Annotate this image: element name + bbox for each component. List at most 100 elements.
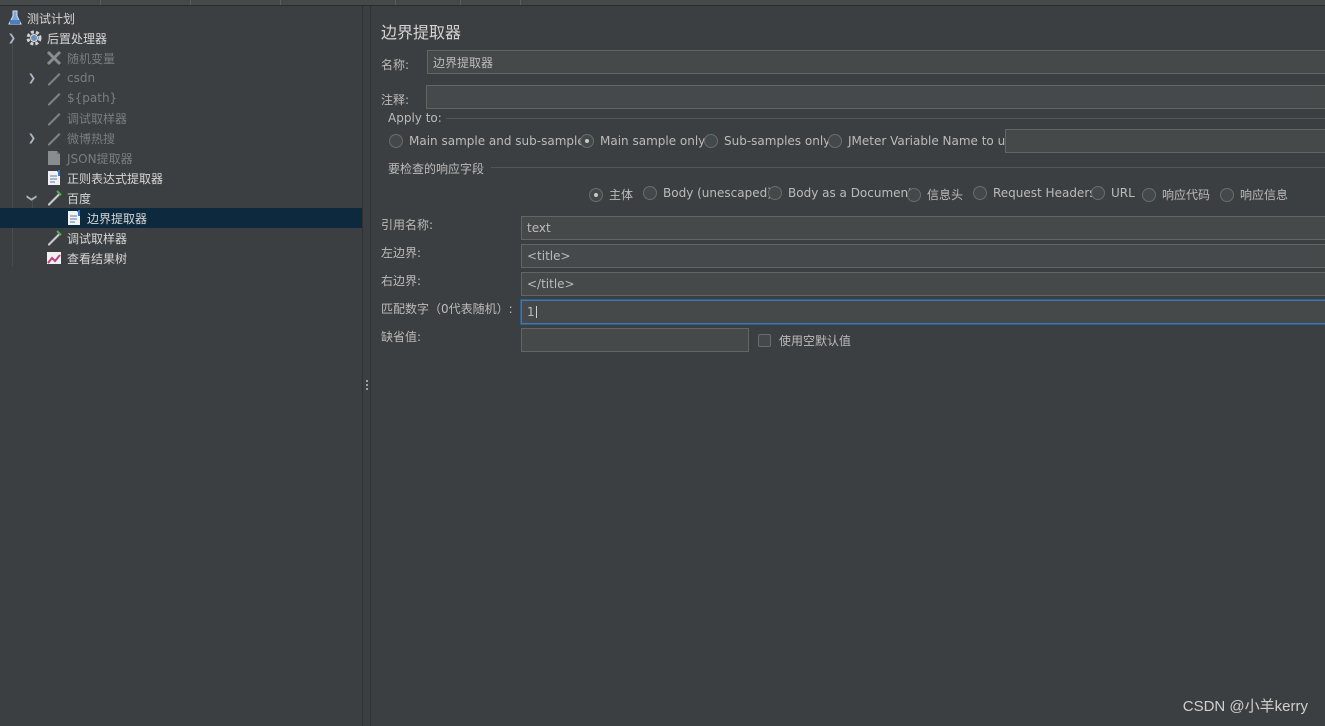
radio-label: Body (unescaped) — [663, 186, 772, 200]
ref-name-field[interactable]: text — [521, 216, 1325, 240]
tree-item-debug-sampler-dim[interactable]: 调试取样器 — [0, 108, 362, 128]
chevron-down-icon[interactable]: ❯ — [6, 28, 18, 48]
tree-item-test-plan[interactable]: 测试计划 — [0, 8, 362, 28]
radio-main-only[interactable]: Main sample only — [580, 134, 705, 148]
left-boundary-label: 左边界: — [381, 246, 422, 260]
right-boundary-label: 右边界: — [381, 274, 422, 288]
pencil-icon — [45, 69, 63, 87]
tree-item-post-processor[interactable]: ❯ 后置处理器 — [0, 28, 362, 48]
response-field-title: 要检查的响应字段 — [388, 160, 489, 177]
radio-label: Main sample and sub-samples — [409, 134, 591, 148]
radio-label: 信息头 — [927, 188, 964, 202]
name-field-value: 边界提取器 — [433, 55, 494, 70]
match-number-field[interactable]: 1 — [521, 300, 1325, 324]
radio-main-and-sub[interactable]: Main sample and sub-samples — [389, 134, 591, 148]
radio-indicator — [828, 134, 842, 148]
tree-item-csdn[interactable]: ❯ csdn — [0, 68, 362, 88]
radio-body[interactable]: 主体 — [589, 186, 633, 203]
ref-name-value: text — [527, 221, 551, 235]
right-boundary-field[interactable]: </title> — [521, 272, 1325, 296]
radio-label: 响应代码 — [1162, 188, 1211, 202]
tree-item-baidu[interactable]: ❯ 百度 — [0, 188, 362, 208]
radio-indicator — [768, 186, 782, 200]
checkbox-indicator[interactable] — [758, 334, 771, 347]
tree-item-label: 调试取样器 — [67, 111, 128, 126]
tools-icon — [45, 49, 63, 67]
tree-item-label: 正则表达式提取器 — [67, 171, 164, 186]
radio-indicator — [973, 186, 987, 200]
chevron-right-icon[interactable]: ❯ — [26, 68, 38, 88]
tree-item-weibo[interactable]: ❯ 微博热搜 — [0, 128, 362, 148]
document-icon — [45, 149, 63, 167]
radio-response-code[interactable]: 响应代码 — [1142, 186, 1210, 203]
name-label: 名称: — [381, 58, 410, 72]
tree-item-label: 百度 — [67, 191, 92, 206]
jmeter-variable-input[interactable] — [1005, 129, 1325, 153]
left-boundary-value: <title> — [527, 249, 571, 263]
match-number-label: 匹配数字（0代表随机）: — [381, 302, 513, 316]
tree-item-label: JSON提取器 — [67, 151, 133, 166]
tree-item-regex-extractor[interactable]: 正则表达式提取器 — [0, 168, 362, 188]
pencil-icon — [45, 129, 63, 147]
radio-indicator — [580, 134, 594, 148]
tree-item-label: 测试计划 — [27, 11, 76, 26]
radio-body-document[interactable]: Body as a Document — [768, 186, 913, 200]
watermark: CSDN @小羊kerry — [1182, 698, 1308, 715]
radio-label: Main sample only — [600, 134, 706, 148]
tree-item-label: csdn — [67, 71, 96, 85]
radio-indicator — [1091, 186, 1105, 200]
radio-indicator — [907, 187, 921, 202]
radio-label: Request Headers — [993, 186, 1096, 200]
chevron-down-icon[interactable]: ❯ — [22, 192, 42, 204]
name-field[interactable]: 边界提取器 — [427, 50, 1325, 74]
tree-item-label: ${path} — [67, 91, 118, 105]
radio-url[interactable]: URL — [1091, 186, 1135, 200]
radio-indicator — [389, 134, 403, 148]
radio-headers[interactable]: 信息头 — [907, 186, 963, 203]
tree-item-label: 调试取样器 — [67, 231, 128, 246]
response-field-divider — [491, 167, 1325, 168]
tree-item-results-tree[interactable]: 查看结果树 — [0, 248, 362, 268]
radio-label: 响应信息 — [1240, 188, 1289, 202]
radio-sub-only[interactable]: Sub-samples only — [704, 134, 830, 148]
split-pane-divider[interactable] — [362, 6, 371, 726]
default-value-field[interactable] — [521, 328, 749, 352]
tree-item-label: 查看结果树 — [67, 251, 128, 266]
comment-label: 注释: — [381, 93, 410, 107]
ref-name-label: 引用名称: — [381, 218, 434, 232]
radio-label: JMeter Variable Name to use — [848, 134, 1019, 148]
radio-response-message[interactable]: 响应信息 — [1220, 186, 1288, 203]
comment-field[interactable] — [426, 85, 1325, 109]
use-empty-default-checkbox[interactable]: 使用空默认值 — [758, 332, 851, 349]
checkbox-label: 使用空默认值 — [779, 334, 852, 348]
radio-indicator — [1142, 187, 1156, 202]
gear-icon — [25, 29, 43, 47]
radio-label: 主体 — [609, 188, 634, 202]
drag-handle-icon[interactable] — [366, 380, 368, 392]
radio-indicator — [643, 186, 657, 200]
tree-item-label: 后置处理器 — [47, 31, 108, 46]
radio-label: Body as a Document — [788, 186, 913, 200]
radio-jmeter-variable[interactable]: JMeter Variable Name to use — [828, 134, 1019, 148]
tree-item-boundary-extractor[interactable]: 边界提取器 — [0, 208, 362, 228]
flask-icon — [6, 9, 24, 27]
radio-request-headers[interactable]: Request Headers — [973, 186, 1096, 200]
apply-to-title: Apply to: — [388, 111, 446, 125]
page-title: 边界提取器 — [381, 23, 462, 42]
tree-item-debug-sampler[interactable]: 调试取样器 — [0, 228, 362, 248]
radio-indicator — [704, 134, 718, 148]
left-boundary-field[interactable]: <title> — [521, 244, 1325, 268]
radio-label: Sub-samples only — [724, 134, 831, 148]
tree-item-path[interactable]: ${path} — [0, 88, 362, 108]
chevron-right-icon[interactable]: ❯ — [26, 128, 38, 148]
document-icon — [65, 209, 83, 227]
test-plan-tree[interactable]: 测试计划 ❯ 后置处理器 随机变量 ❯ csdn ${path} 调试取样器 ❯… — [0, 6, 362, 726]
tree-item-random-variable[interactable]: 随机变量 — [0, 48, 362, 68]
pencil-icon — [45, 109, 63, 127]
pencil-icon — [45, 229, 63, 247]
boundary-extractor-panel: 边界提取器 名称: 边界提取器 注释: Apply to: Main sampl… — [371, 6, 1325, 726]
radio-body-unescaped[interactable]: Body (unescaped) — [643, 186, 772, 200]
tree-item-json-extractor[interactable]: JSON提取器 — [0, 148, 362, 168]
right-boundary-value: </title> — [527, 277, 575, 291]
match-number-value: 1 — [527, 305, 535, 319]
